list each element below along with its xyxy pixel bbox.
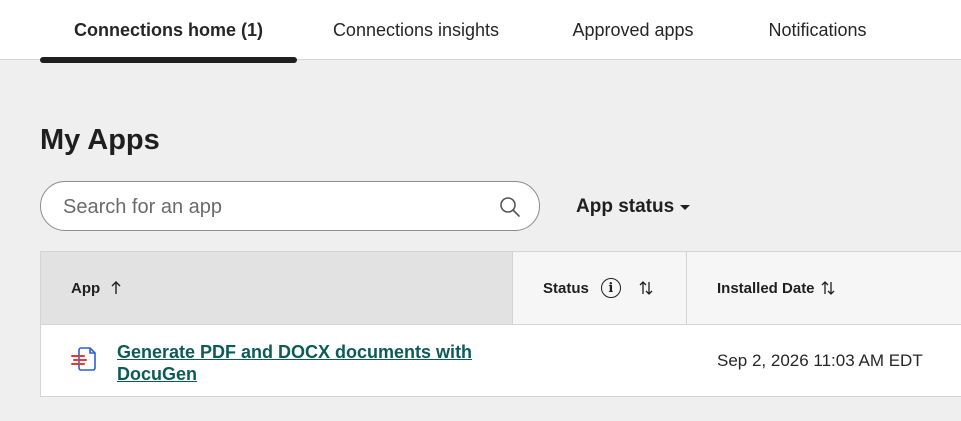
document-generator-icon	[71, 346, 99, 372]
column-header-status-label: Status	[543, 279, 589, 297]
column-header-status: Status i	[513, 252, 687, 324]
sort-icon[interactable]	[821, 280, 835, 296]
app-status-filter[interactable]: App status	[576, 193, 691, 221]
page-title: My Apps	[40, 124, 160, 156]
sort-ascending-icon[interactable]	[110, 280, 124, 296]
tab-connections-home[interactable]: Connections home (1)	[40, 0, 297, 60]
table-row: Generate PDF and DOCX documents with Doc…	[41, 325, 961, 397]
active-tab-indicator	[40, 57, 297, 63]
table-header: App Status i Installed Date	[41, 252, 961, 325]
search-icon[interactable]	[499, 196, 521, 218]
tab-approved-apps[interactable]: Approved apps	[548, 0, 718, 60]
column-header-app[interactable]: App	[41, 252, 513, 324]
search-box	[40, 181, 540, 232]
app-status-filter-label: App status	[576, 196, 675, 217]
caret-down-icon	[680, 204, 691, 210]
installed-date-cell: Sep 2, 2026 11:03 AM EDT	[717, 351, 923, 370]
column-header-installed-date-label: Installed Date	[717, 279, 815, 297]
search-input[interactable]	[61, 182, 485, 232]
info-icon[interactable]: i	[600, 278, 621, 298]
tab-notifications[interactable]: Notifications	[740, 0, 895, 60]
top-navigation: Connections home (1) Connections insight…	[0, 0, 961, 60]
column-header-app-label: App	[71, 279, 101, 297]
sort-icon[interactable]	[639, 280, 653, 296]
column-header-installed-date[interactable]: Installed Date	[687, 252, 961, 324]
app-name-link[interactable]: Generate PDF and DOCX documents with Doc…	[117, 341, 497, 385]
apps-table: App Status i Installed Date Generate PDF…	[40, 251, 961, 397]
tab-connections-insights[interactable]: Connections insights	[312, 0, 520, 60]
